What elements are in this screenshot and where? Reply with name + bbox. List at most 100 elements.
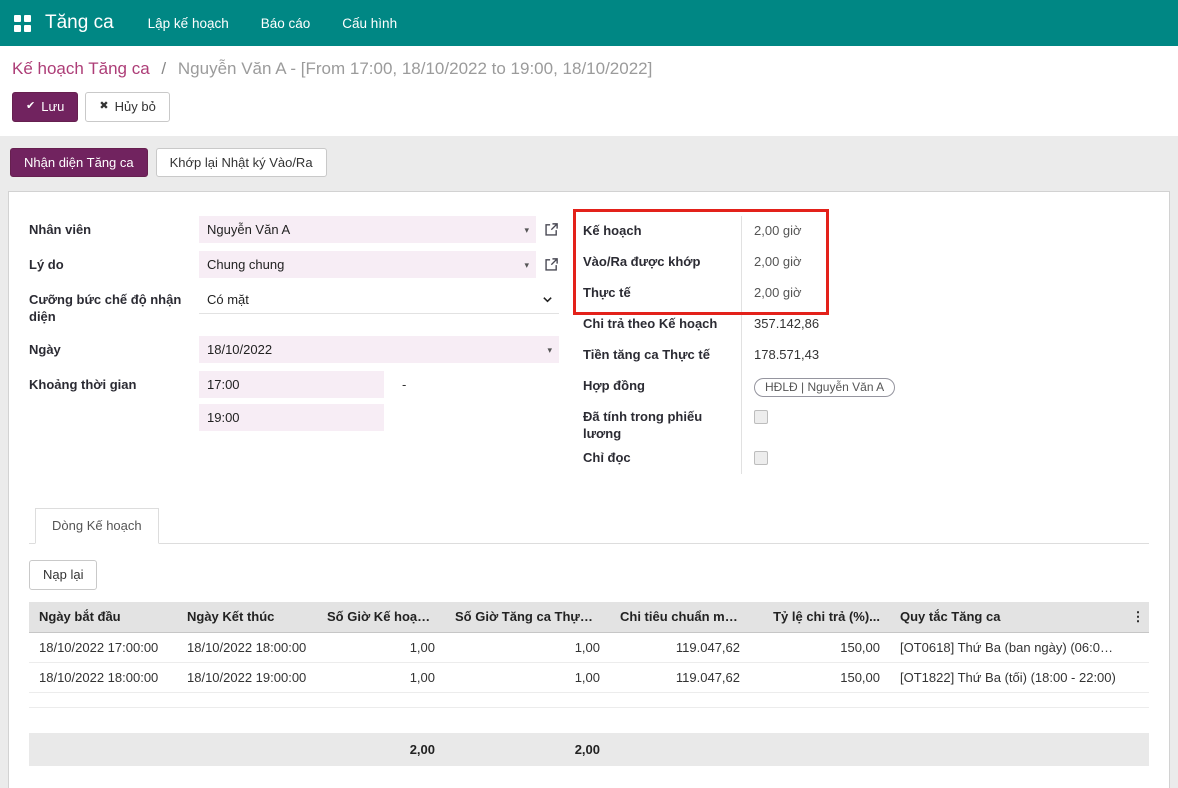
mode-field-wrap: Có mặt <box>199 286 559 326</box>
date-input[interactable]: 18/10/2022 ▾ <box>199 336 559 363</box>
breadcrumb-separator: / <box>161 59 166 78</box>
empty-row[interactable] <box>29 692 1149 707</box>
apps-grid-square <box>24 15 31 22</box>
table-row[interactable]: 18/10/2022 17:00:00 18/10/2022 18:00:00 … <box>29 632 1149 662</box>
table-row[interactable]: 18/10/2022 18:00:00 18/10/2022 19:00:00 … <box>29 662 1149 692</box>
discard-button[interactable]: ✖ Hủy bỏ <box>85 92 169 122</box>
in-payslip-checkbox[interactable] <box>754 410 768 424</box>
contract-value-wrap: HĐLĐ | Nguyễn Văn A <box>741 371 1149 402</box>
rematch-attendance-label: Khớp lại Nhật ký Vào/Ra <box>170 155 313 171</box>
apps-grid-square <box>24 25 31 32</box>
reason-value: Chung chung <box>207 257 284 272</box>
in-payslip-label: Đã tính trong phiếu lương <box>583 402 741 443</box>
chevron-down-icon <box>542 294 553 305</box>
cell-pay-rate[interactable]: 150,00 <box>750 662 890 692</box>
totals-row: 2,00 2,00 <box>29 733 1149 766</box>
close-icon: ✖ <box>99 100 108 113</box>
form-left-column: Nhân viên Nguyễn Văn A ▾ <box>29 216 569 474</box>
planned-pay-label: Chi trả theo Kế hoạch <box>583 309 741 340</box>
readonly-value-wrap <box>741 443 1149 474</box>
total-blank <box>1127 733 1149 766</box>
apps-grid-square <box>14 15 21 22</box>
statusbar-buttons: Nhận diện Tăng ca Khớp lại Nhật ký Vào/R… <box>10 148 1168 178</box>
recognize-overtime-button[interactable]: Nhận diện Tăng ca <box>10 148 148 178</box>
form-right-column: Kế hoạch 2,00 giờ Vào/Ra được khớp 2,00 … <box>569 216 1149 474</box>
control-panel: Kế hoạch Tăng ca / Nguyễn Văn A - [From … <box>0 46 1178 136</box>
time-from-input[interactable]: 17:00 <box>199 371 384 398</box>
dropdown-caret-icon[interactable]: ▾ <box>547 345 552 356</box>
rematch-attendance-button[interactable]: Khớp lại Nhật ký Vào/Ra <box>156 148 327 178</box>
employee-row: Nhân viên Nguyễn Văn A ▾ <box>29 216 569 243</box>
dropdown-caret-icon[interactable]: ▾ <box>524 225 529 236</box>
time-range-separator: - <box>402 377 406 392</box>
total-actual-hours: 2,00 <box>445 733 610 766</box>
col-header-pay-rate[interactable]: Tỷ lệ chi trả (%)... <box>750 602 890 633</box>
actual-hours-value: 2,00 giờ <box>741 278 1149 309</box>
reload-button[interactable]: Nạp lại <box>29 560 97 590</box>
contract-label: Hợp đồng <box>583 371 741 402</box>
menu-lap-ke-hoach[interactable]: Lập kế hoạch <box>148 16 229 31</box>
actual-hours-label: Thực tế <box>583 278 741 309</box>
col-header-end-date[interactable]: Ngày Kết thúc <box>177 602 317 633</box>
actual-pay-row: Tiền tăng ca Thực tế 178.571,43 <box>583 340 1149 371</box>
cell-start-date[interactable]: 18/10/2022 17:00:00 <box>29 632 177 662</box>
breadcrumb-current: Nguyễn Văn A - [From 17:00, 18/10/2022 t… <box>178 59 652 78</box>
app-window: Tăng ca Lập kế hoạch Báo cáo Cấu hình Kế… <box>0 0 1178 788</box>
col-header-overtime-rule[interactable]: Quy tắc Tăng ca <box>890 602 1127 633</box>
cell-planned-hours[interactable]: 1,00 <box>317 632 445 662</box>
form-sheet: Nhân viên Nguyễn Văn A ▾ <box>8 191 1170 788</box>
apps-grid-icon[interactable] <box>14 15 31 32</box>
tab-dong-ke-hoach[interactable]: Dòng Kế hoạch <box>35 508 159 544</box>
mode-select[interactable]: Có mặt <box>199 286 559 314</box>
time-to-input[interactable]: 19:00 <box>199 404 384 431</box>
cell-end-date[interactable]: 18/10/2022 18:00:00 <box>177 632 317 662</box>
cell-blank <box>1127 662 1149 692</box>
dropdown-caret-icon[interactable]: ▾ <box>524 260 529 271</box>
external-link-icon[interactable] <box>544 257 559 272</box>
contract-row: Hợp đồng HĐLĐ | Nguyễn Văn A <box>583 371 1149 402</box>
total-blank <box>610 733 750 766</box>
cell-actual-hours[interactable]: 1,00 <box>445 632 610 662</box>
highlighted-fields-group: Kế hoạch 2,00 giờ Vào/Ra được khớp 2,00 … <box>583 216 1149 309</box>
reason-row: Lý do Chung chung ▾ <box>29 251 569 278</box>
planned-pay-value: 357.142,86 <box>741 309 1149 340</box>
empty-row-cell[interactable] <box>29 692 1149 707</box>
employee-input[interactable]: Nguyễn Văn A ▾ <box>199 216 536 243</box>
cell-overtime-rule[interactable]: [OT0618] Thứ Ba (ban ngày) (06:00 - 18:.… <box>890 632 1127 662</box>
cell-standard-pay[interactable]: 119.047,62 <box>610 632 750 662</box>
cell-standard-pay[interactable]: 119.047,62 <box>610 662 750 692</box>
breadcrumb-parent-link[interactable]: Kế hoạch Tăng ca <box>12 59 150 78</box>
actual-hours-row: Thực tế 2,00 giờ <box>583 278 1149 309</box>
col-header-start-date[interactable]: Ngày bắt đầu <box>29 602 177 633</box>
in-payslip-value-wrap <box>741 402 1149 443</box>
recognize-overtime-label: Nhận diện Tăng ca <box>24 155 134 171</box>
action-buttons: ✔ Lưu ✖ Hủy bỏ <box>12 92 1166 122</box>
readonly-checkbox[interactable] <box>754 451 768 465</box>
date-value: 18/10/2022 <box>207 342 272 357</box>
planned-hours-row: Kế hoạch 2,00 giờ <box>583 216 1149 247</box>
cell-end-date[interactable]: 18/10/2022 19:00:00 <box>177 662 317 692</box>
external-link-icon[interactable] <box>544 222 559 237</box>
date-field-wrap: 18/10/2022 ▾ <box>199 336 559 363</box>
contract-badge[interactable]: HĐLĐ | Nguyễn Văn A <box>754 378 895 397</box>
optional-columns-icon[interactable]: ⋮ <box>1127 602 1149 633</box>
app-title[interactable]: Tăng ca <box>45 12 114 34</box>
save-button[interactable]: ✔ Lưu <box>12 92 78 122</box>
reason-input[interactable]: Chung chung ▾ <box>199 251 536 278</box>
in-payslip-row: Đã tính trong phiếu lương <box>583 402 1149 443</box>
col-header-planned-hours[interactable]: Số Giờ Kế hoạch... <box>317 602 445 633</box>
cell-actual-hours[interactable]: 1,00 <box>445 662 610 692</box>
page-body: Nhận diện Tăng ca Khớp lại Nhật ký Vào/R… <box>0 136 1178 788</box>
menu-cau-hinh[interactable]: Cấu hình <box>342 16 397 31</box>
col-header-standard-pay[interactable]: Chi tiêu chuẩn mỗi giờ <box>610 602 750 633</box>
col-header-actual-hours[interactable]: Số Giờ Tăng ca Thực tế <box>445 602 610 633</box>
cell-pay-rate[interactable]: 150,00 <box>750 632 890 662</box>
cell-start-date[interactable]: 18/10/2022 18:00:00 <box>29 662 177 692</box>
cell-planned-hours[interactable]: 1,00 <box>317 662 445 692</box>
top-nav-bar: Tăng ca Lập kế hoạch Báo cáo Cấu hình <box>0 0 1178 46</box>
employee-value: Nguyễn Văn A <box>207 222 290 237</box>
mode-value: Có mặt <box>207 292 249 307</box>
menu-bao-cao[interactable]: Báo cáo <box>261 16 311 31</box>
date-label: Ngày <box>29 336 199 363</box>
cell-overtime-rule[interactable]: [OT1822] Thứ Ba (tối) (18:00 - 22:00) <box>890 662 1127 692</box>
